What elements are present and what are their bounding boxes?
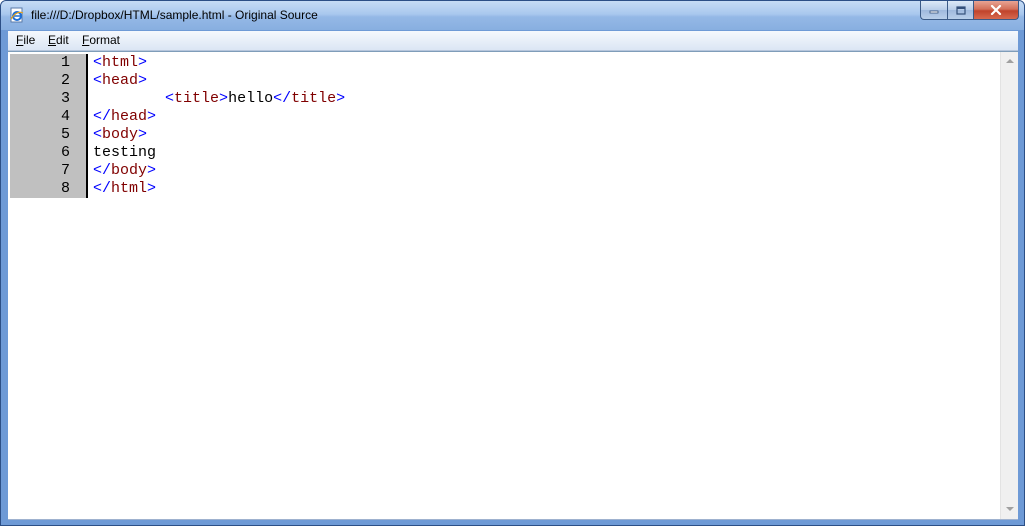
- tag-name: html: [111, 180, 148, 197]
- code-line: 2 <head>: [8, 72, 998, 90]
- menu-file[interactable]: File: [16, 33, 35, 47]
- tag-bracket: <: [93, 72, 103, 89]
- title-bar[interactable]: file:///D:/Dropbox/HTML/sample.html - Or…: [1, 1, 1024, 30]
- code-text: hello: [228, 90, 274, 107]
- tag-name: title: [174, 90, 220, 107]
- tag-name: head: [102, 72, 139, 89]
- code-line: 3 <title>hello</title>: [8, 90, 998, 108]
- tag-name: body: [102, 126, 139, 143]
- line-number: 6: [60, 144, 70, 161]
- close-button[interactable]: [973, 1, 1019, 20]
- source-window: file:///D:/Dropbox/HTML/sample.html - Or…: [0, 0, 1025, 526]
- minimize-button[interactable]: [920, 1, 947, 20]
- tag-bracket: >: [138, 126, 148, 143]
- tag-bracket: </: [93, 162, 112, 179]
- tag-bracket: >: [147, 162, 157, 179]
- tag-bracket: >: [147, 180, 157, 197]
- line-number: 5: [60, 126, 70, 143]
- tag-bracket: <: [165, 90, 175, 107]
- tag-name: head: [111, 108, 148, 125]
- window-bottom-edge: [8, 519, 1018, 520]
- minimize-icon: [929, 10, 939, 14]
- menu-format[interactable]: Format: [82, 33, 120, 47]
- tag-bracket: >: [138, 54, 148, 71]
- tag-bracket: <: [93, 126, 103, 143]
- line-code: <body>: [93, 126, 147, 144]
- source-editor[interactable]: 1 <html> 2 <head> 3 <title>hello</title> 4 </h…: [8, 51, 1018, 520]
- close-icon: [990, 5, 1002, 15]
- tag-name: title: [291, 90, 337, 107]
- maximize-button[interactable]: [947, 1, 973, 20]
- ie-document-icon: [10, 7, 24, 23]
- line-number: 2: [60, 72, 70, 89]
- tag-name: html: [102, 54, 139, 71]
- line-code: <head>: [93, 72, 147, 90]
- line-code: </body>: [93, 162, 156, 180]
- code-text: testing: [93, 144, 157, 161]
- line-number: 3: [60, 90, 70, 107]
- menu-edit[interactable]: Edit: [48, 33, 69, 47]
- line-code: <title>hello</title>: [93, 90, 345, 108]
- code-line: 7 </body>: [8, 162, 998, 180]
- line-code: <html>: [93, 54, 147, 72]
- line-code: </head>: [93, 108, 156, 126]
- vertical-scrollbar[interactable]: [1000, 52, 1018, 520]
- maximize-icon: [955, 5, 966, 15]
- line-number: 8: [60, 180, 70, 197]
- window-title: file:///D:/Dropbox/HTML/sample.html - Or…: [31, 8, 318, 22]
- tag-bracket: >: [147, 108, 157, 125]
- line-number: 1: [60, 54, 70, 71]
- code-line: 5 <body>: [8, 126, 998, 144]
- caption-buttons: [920, 1, 1019, 20]
- code-line: 4 </head>: [8, 108, 998, 126]
- scroll-down-arrow-icon[interactable]: [1006, 507, 1014, 511]
- code-line: 6 testing: [8, 144, 998, 162]
- menu-bar: File Edit Format: [8, 31, 1018, 51]
- tag-bracket: </: [93, 180, 112, 197]
- tag-name: body: [111, 162, 148, 179]
- line-code: testing: [93, 144, 156, 162]
- tag-bracket: <: [93, 54, 103, 71]
- code-line: 8 </html>: [8, 180, 998, 198]
- tag-bracket: >: [138, 72, 148, 89]
- line-number: 4: [60, 108, 70, 125]
- line-code: </html>: [93, 180, 156, 198]
- tag-bracket: </: [273, 90, 292, 107]
- scroll-up-arrow-icon[interactable]: [1006, 59, 1014, 63]
- tag-bracket: </: [93, 108, 112, 125]
- tag-bracket: >: [336, 90, 346, 107]
- code-line: 1 <html>: [8, 54, 998, 72]
- tag-bracket: >: [219, 90, 229, 107]
- line-number: 7: [60, 162, 70, 179]
